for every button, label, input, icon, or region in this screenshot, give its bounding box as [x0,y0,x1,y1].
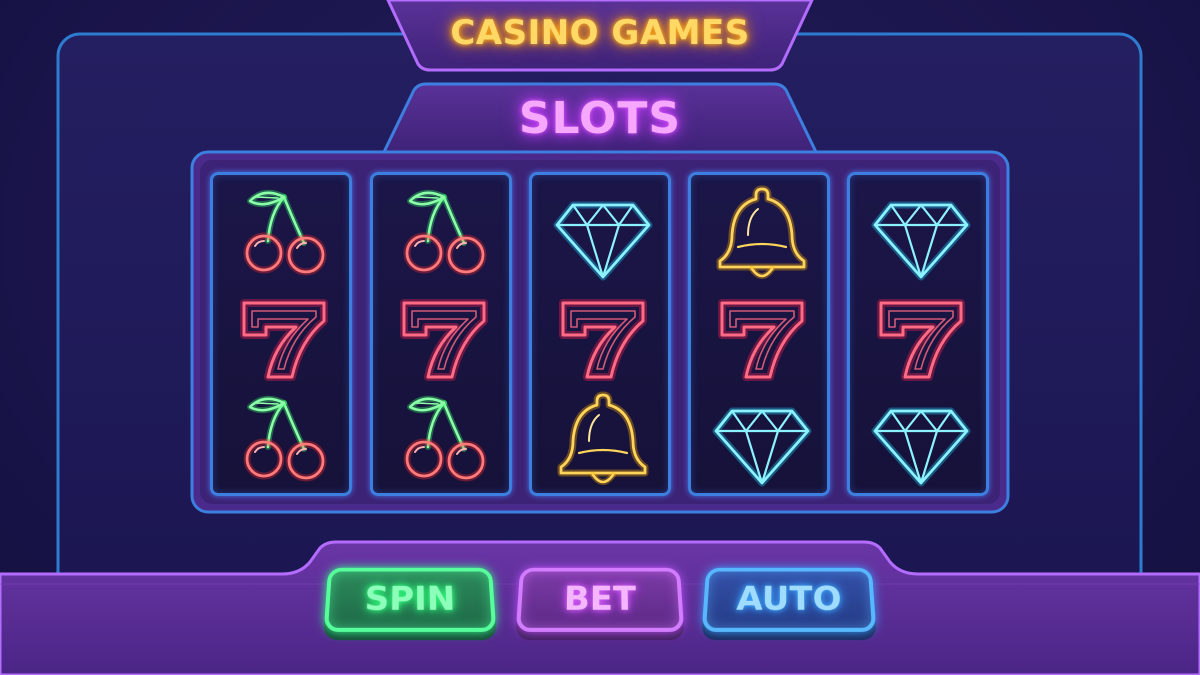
cherry-icon [234,389,334,489]
cherry-icon [234,183,334,283]
game-screen: CASINO GAMES SLOTS SPIN BET AUTO [0,0,1200,675]
bet-button-label: BET [563,579,637,619]
slots-title: SLOTS [518,93,682,144]
reel-1 [210,172,352,496]
seven-icon [553,285,653,385]
reel-4 [688,172,830,496]
diamond-icon [553,183,653,283]
auto-button-label: AUTO [735,579,843,619]
seven-icon [871,285,971,385]
reel-3 [529,172,671,496]
spin-button-label: SPIN [363,579,456,619]
seven-icon [394,285,494,385]
bell-icon [553,389,653,489]
reel-5 [847,172,989,496]
diamond-icon [871,389,971,489]
auto-button[interactable]: AUTO [701,567,877,632]
seven-icon [234,285,334,385]
cherry-icon [394,389,494,489]
bet-button[interactable]: BET [515,567,685,632]
spin-button[interactable]: SPIN [323,567,497,632]
diamond-icon [712,389,812,489]
seven-icon [712,285,812,385]
casino-games-title: CASINO GAMES [450,13,750,53]
bell-icon [712,183,812,283]
cherry-icon [394,183,494,283]
diamond-icon [871,183,971,283]
reel-2 [370,172,512,496]
